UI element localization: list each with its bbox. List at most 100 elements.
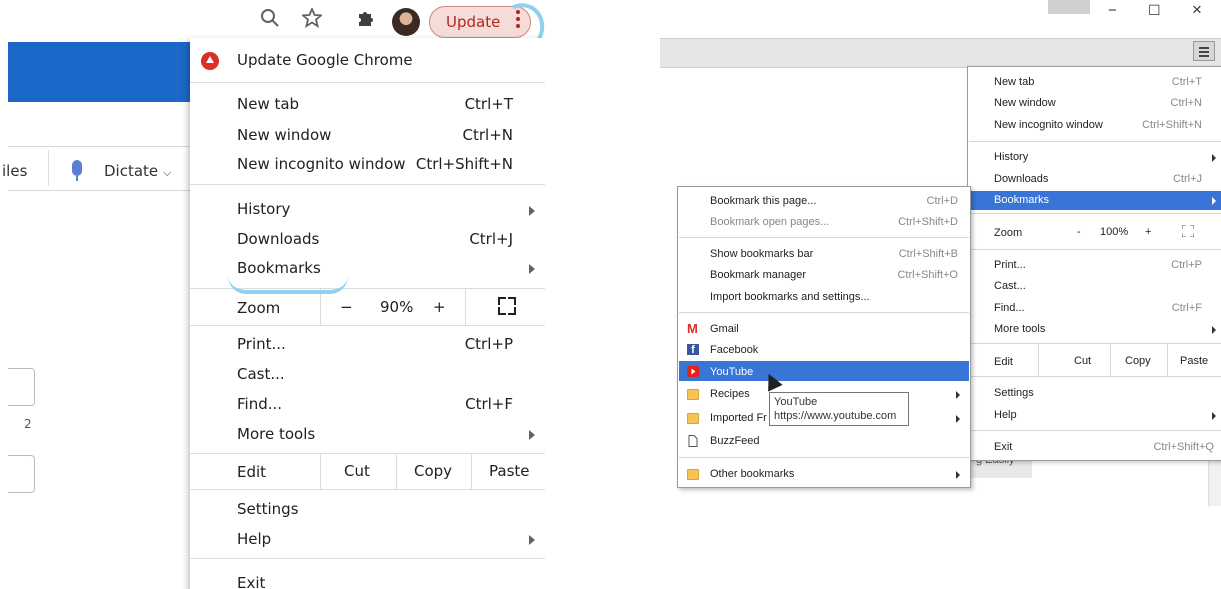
shortcut-exit: Ctrl+Shift+Q [1153, 441, 1214, 453]
bookmarks-submenu: Bookmark this page... Ctrl+D Bookmark op… [677, 186, 971, 488]
submenu-arrow-icon [529, 430, 535, 440]
folder-icon [687, 389, 699, 400]
search-icon[interactable] [260, 8, 280, 33]
fullscreen-icon[interactable] [498, 297, 516, 315]
close-button[interactable]: × [1192, 0, 1202, 20]
zoom-separator [320, 289, 321, 325]
menu-item-new-incognito[interactable]: New incognito window [237, 155, 406, 173]
menu-item-more-tools[interactable]: More tools [994, 323, 1045, 335]
tooltip-url: https://www.youtube.com [774, 410, 897, 422]
menu-separator [969, 376, 1221, 377]
menu-item-history[interactable]: History [994, 151, 1028, 163]
chevron-down-icon: ⌵ [162, 166, 172, 179]
bookmark-gmail[interactable]: Gmail [710, 323, 739, 335]
menu-separator [679, 312, 969, 313]
maximize-button[interactable]: ☐ [1148, 2, 1161, 19]
submenu-arrow-icon [529, 206, 535, 216]
submenu-arrow-icon [956, 391, 960, 399]
bookmark-youtube[interactable]: YouTube [710, 366, 753, 378]
paste-button[interactable]: Paste [1180, 355, 1208, 367]
menu-item-bookmarks[interactable]: Bookmarks [994, 194, 1049, 206]
chrome-menu-screenshot-right: − ☐ × g Easily New tab Ctrl+T New window… [660, 0, 1221, 589]
bookmark-buzzfeed[interactable]: BuzzFeed [710, 435, 760, 447]
fullscreen-icon[interactable] [1181, 224, 1195, 238]
shortcut-bookmark-page: Ctrl+D [926, 195, 958, 207]
shortcut-show-bar: Ctrl+Shift+B [898, 248, 958, 260]
edit-separator [320, 453, 321, 489]
zoom-out-button[interactable]: − [340, 298, 353, 316]
hamburger-menu-icon[interactable] [1193, 41, 1215, 61]
menu-separator [679, 237, 969, 238]
menu-item-settings[interactable]: Settings [994, 387, 1034, 399]
copy-button[interactable]: Copy [414, 462, 452, 480]
menu-item-downloads[interactable]: Downloads [994, 173, 1048, 185]
input-box[interactable] [8, 368, 35, 406]
show-bookmarks-bar[interactable]: Show bookmarks bar [710, 248, 813, 260]
menu-separator [969, 141, 1221, 142]
shortcut-new-incognito: Ctrl+Shift+N [415, 155, 513, 173]
bookmark-facebook[interactable]: Facebook [710, 344, 758, 356]
bookmark-tooltip: YouTube https://www.youtube.com [769, 392, 909, 426]
zoom-out-button[interactable]: - [1077, 226, 1081, 238]
submenu-arrow-icon [1212, 154, 1216, 162]
menu-item-find[interactable]: Find... [994, 302, 1025, 314]
dictate-button[interactable]: Dictate ⌵ [104, 162, 171, 180]
window-tab-fragment [1048, 0, 1090, 14]
menu-item-help[interactable]: Help [237, 530, 271, 548]
copy-button[interactable]: Copy [1125, 355, 1151, 367]
divider [8, 190, 190, 191]
menu-item-edit: Edit [237, 463, 267, 481]
menu-item-new-tab[interactable]: New tab [994, 76, 1034, 88]
submenu-arrow-icon [956, 471, 960, 479]
menu-item-help[interactable]: Help [994, 409, 1017, 421]
files-menu-fragment[interactable]: iles [2, 162, 27, 180]
zoom-separator [465, 289, 466, 325]
menu-item-update-chrome[interactable]: Update Google Chrome [237, 51, 413, 69]
menu-item-bookmarks[interactable]: Bookmarks [237, 259, 321, 277]
highlight-underline-annotation [228, 276, 348, 294]
menu-item-zoom: Zoom [994, 227, 1023, 239]
cut-button[interactable]: Cut [344, 462, 370, 480]
menu-item-exit[interactable]: Exit [994, 441, 1012, 453]
menu-item-downloads[interactable]: Downloads [237, 230, 319, 248]
menu-item-find[interactable]: Find... [237, 395, 282, 413]
menu-item-history[interactable]: History [237, 200, 290, 218]
bookmark-folder-imported[interactable]: Imported Fr [710, 412, 767, 424]
import-bookmarks[interactable]: Import bookmarks and settings... [710, 291, 870, 303]
bookmark-this-page[interactable]: Bookmark this page... [710, 195, 816, 207]
menu-item-print[interactable]: Print... [994, 259, 1026, 271]
menu-item-more-tools[interactable]: More tools [237, 425, 315, 443]
menu-item-print[interactable]: Print... [237, 335, 286, 353]
microphone-icon [72, 160, 82, 176]
puzzle-icon[interactable] [356, 8, 376, 33]
shortcut-new-incognito: Ctrl+Shift+N [1142, 119, 1202, 131]
star-icon[interactable] [300, 6, 324, 33]
menu-item-new-incognito[interactable]: New incognito window [994, 119, 1103, 131]
bookmark-open-pages[interactable]: Bookmark open pages... [710, 216, 829, 228]
menu-item-new-window[interactable]: New window [994, 97, 1056, 109]
chrome-menu-screenshot-left: Update iles Dictate ⌵ 2 Update Google Ch… [0, 0, 545, 589]
paste-button[interactable]: Paste [489, 462, 530, 480]
other-bookmarks[interactable]: Other bookmarks [710, 468, 794, 480]
menu-item-settings[interactable]: Settings [237, 500, 299, 518]
cut-button[interactable]: Cut [1074, 355, 1091, 367]
menu-item-cast[interactable]: Cast... [994, 280, 1026, 292]
facebook-icon: f [687, 344, 699, 356]
menu-item-exit[interactable]: Exit [237, 574, 265, 589]
shortcut-new-window: Ctrl+N [462, 126, 513, 144]
shortcut-new-tab: Ctrl+T [464, 95, 513, 113]
menu-item-cast[interactable]: Cast... [237, 365, 285, 383]
menu-item-new-window[interactable]: New window [237, 126, 331, 144]
menu-item-new-tab[interactable]: New tab [237, 95, 299, 113]
bookmark-folder-recipes[interactable]: Recipes [710, 388, 750, 400]
zoom-in-button[interactable]: + [1145, 226, 1151, 238]
profile-avatar[interactable] [392, 8, 420, 36]
minimize-button[interactable]: − [1108, 2, 1117, 19]
shortcut-find: Ctrl+F [1171, 302, 1202, 314]
bookmark-manager[interactable]: Bookmark manager [710, 269, 806, 281]
zoom-in-button[interactable]: + [433, 298, 446, 316]
input-box[interactable] [8, 455, 35, 493]
toolbar-separator [48, 150, 49, 186]
address-bar-area[interactable] [660, 38, 1221, 68]
edit-separator [1167, 344, 1168, 376]
